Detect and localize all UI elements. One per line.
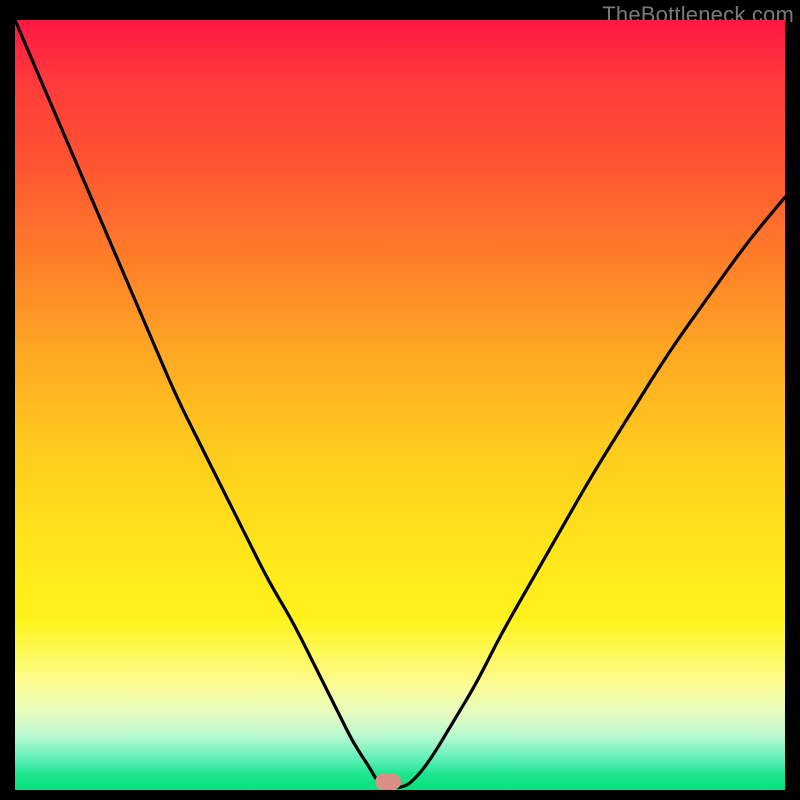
- bottleneck-marker: [375, 774, 401, 790]
- bottleneck-curve: [15, 20, 785, 788]
- gradient-plot-area: [15, 20, 785, 790]
- chart-stage: TheBottleneck.com: [0, 0, 800, 800]
- curve-svg: [15, 20, 785, 790]
